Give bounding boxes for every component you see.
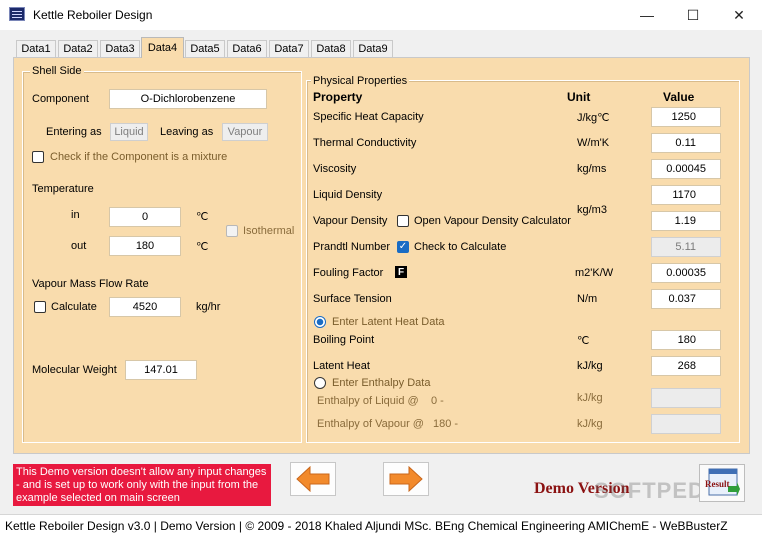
result-button-label: Result bbox=[705, 479, 730, 489]
isothermal-label: Isothermal bbox=[243, 225, 295, 237]
vapour-flow-unit: kg/hr bbox=[196, 301, 221, 313]
molecular-weight-field[interactable]: 147.01 bbox=[125, 360, 197, 380]
viscosity-field[interactable]: 0.00045 bbox=[651, 159, 721, 179]
vapour-density-calc-label: Open Vapour Density Calculator bbox=[414, 215, 571, 227]
entering-as-field[interactable]: Liquid bbox=[110, 123, 148, 141]
specific-heat-unit: J/kg℃ bbox=[577, 112, 610, 124]
result-button[interactable]: Result bbox=[699, 464, 745, 502]
fouling-factor-label: Fouling Factor bbox=[313, 267, 384, 279]
thermal-conductivity-field[interactable]: 0.11 bbox=[651, 133, 721, 153]
tab-data5[interactable]: Data5 bbox=[185, 40, 225, 57]
vapour-flow-label: Vapour Mass Flow Rate bbox=[32, 278, 149, 290]
enthalpy-vapour-label: Enthalpy of Vapour @ bbox=[317, 418, 424, 430]
enthalpy-liquid-label: Enthalpy of Liquid @ bbox=[317, 395, 419, 407]
enthalpy-liquid-temp: 0 - bbox=[431, 395, 444, 407]
mixture-label: Check if the Component is a mixture bbox=[50, 151, 228, 163]
enthalpy-vapour-unit: kJ/kg bbox=[577, 418, 603, 430]
col-unit-header: Unit bbox=[567, 90, 591, 104]
latent-heat-radio[interactable] bbox=[314, 316, 326, 328]
mixture-checkbox[interactable] bbox=[32, 151, 44, 163]
maximize-button[interactable]: ☐ bbox=[670, 0, 716, 30]
viscosity-label: Viscosity bbox=[313, 163, 357, 175]
tab-data9[interactable]: Data9 bbox=[353, 40, 393, 57]
tab-data4[interactable]: Data4 bbox=[141, 37, 184, 58]
thermal-conductivity-unit: W/m'K bbox=[577, 137, 610, 149]
arrow-right-icon bbox=[389, 466, 423, 492]
isothermal-checkbox[interactable] bbox=[226, 225, 238, 237]
temp-in-unit: ℃ bbox=[196, 211, 209, 223]
temp-out-unit: ℃ bbox=[196, 241, 209, 253]
demo-notice: This Demo version doesn't allow any inpu… bbox=[13, 464, 271, 506]
vapour-density-calc-checkbox[interactable] bbox=[397, 215, 409, 227]
latent-heat-unit: kJ/kg bbox=[577, 360, 603, 372]
temp-in-field[interactable]: 0 bbox=[109, 207, 181, 227]
vapour-density-label: Vapour Density bbox=[313, 215, 388, 227]
latent-heat-field[interactable]: 268 bbox=[651, 356, 721, 376]
col-value-header: Value bbox=[663, 90, 695, 104]
vapour-flow-field[interactable]: 4520 bbox=[109, 297, 181, 317]
leaving-as-field[interactable]: Vapour bbox=[222, 123, 268, 141]
shell-side-title: Shell Side bbox=[30, 65, 84, 77]
temp-out-label: out bbox=[71, 240, 87, 252]
minimize-button[interactable]: — bbox=[624, 0, 670, 30]
enthalpy-liquid-field[interactable] bbox=[651, 388, 721, 408]
tab-data6[interactable]: Data6 bbox=[227, 40, 267, 57]
prandtl-label: Prandtl Number bbox=[313, 241, 391, 253]
liquid-density-label: Liquid Density bbox=[313, 189, 383, 201]
boiling-point-unit: ℃ bbox=[577, 335, 590, 347]
enthalpy-vapour-field[interactable] bbox=[651, 414, 721, 434]
app-icon bbox=[9, 7, 25, 21]
surface-tension-label: Surface Tension bbox=[313, 293, 392, 305]
entering-as-label: Entering as bbox=[46, 126, 102, 138]
fouling-factor-unit: m2'K/W bbox=[575, 267, 614, 279]
calculate-flow-label: Calculate bbox=[51, 301, 97, 313]
arrow-left-icon bbox=[296, 466, 330, 492]
boiling-point-label: Boiling Point bbox=[313, 334, 375, 346]
temperature-label: Temperature bbox=[32, 183, 94, 195]
tab-data7[interactable]: Data7 bbox=[269, 40, 309, 57]
tab-data1[interactable]: Data1 bbox=[16, 40, 56, 57]
fouling-factor-field[interactable]: 0.00035 bbox=[651, 263, 721, 283]
latent-heat-option-label: Enter Latent Heat Data bbox=[332, 316, 445, 328]
next-button[interactable] bbox=[383, 462, 429, 496]
latent-heat-label: Latent Heat bbox=[313, 360, 370, 372]
enthalpy-option-label: Enter Enthalpy Data bbox=[332, 377, 431, 389]
liquid-density-field[interactable]: 1170 bbox=[651, 185, 721, 205]
vapour-density-field[interactable]: 1.19 bbox=[651, 211, 721, 231]
thermal-conductivity-label: Thermal Conductivity bbox=[313, 137, 417, 149]
status-bar: Kettle Reboiler Design v3.0 | Demo Versi… bbox=[0, 514, 762, 536]
window-title: Kettle Reboiler Design bbox=[33, 8, 153, 22]
tab-data8[interactable]: Data8 bbox=[311, 40, 351, 57]
prandtl-field[interactable]: 5.11 bbox=[651, 237, 721, 257]
component-label: Component bbox=[32, 93, 89, 105]
enthalpy-liquid-unit: kJ/kg bbox=[577, 392, 603, 404]
specific-heat-field[interactable]: 1250 bbox=[651, 107, 721, 127]
temp-in-label: in bbox=[71, 209, 80, 221]
enthalpy-radio[interactable] bbox=[314, 377, 326, 389]
physical-properties-title: Physical Properties bbox=[311, 75, 410, 87]
boiling-point-field[interactable]: 180 bbox=[651, 330, 721, 350]
specific-heat-label: Specific Heat Capacity bbox=[313, 111, 424, 123]
viscosity-unit: kg/ms bbox=[577, 163, 607, 175]
col-property-header: Property bbox=[313, 90, 363, 104]
leaving-as-label: Leaving as bbox=[160, 126, 214, 138]
prandtl-calc-checkbox[interactable]: ✓ bbox=[397, 241, 409, 253]
temp-out-field[interactable]: 180 bbox=[109, 236, 181, 256]
molecular-weight-label: Molecular Weight bbox=[32, 364, 117, 376]
prandtl-calc-label: Check to Calculate bbox=[414, 241, 507, 253]
surface-tension-unit: N/m bbox=[577, 293, 598, 305]
component-field[interactable]: O-Dichlorobenzene bbox=[109, 89, 267, 109]
close-button[interactable]: ✕ bbox=[716, 0, 762, 30]
tab-data2[interactable]: Data2 bbox=[58, 40, 98, 57]
enthalpy-vapour-temp: 180 - bbox=[433, 418, 459, 430]
calculate-flow-checkbox[interactable] bbox=[34, 301, 46, 313]
density-unit: kg/m3 bbox=[577, 204, 607, 216]
fouling-info-icon[interactable]: F bbox=[395, 266, 407, 278]
previous-button[interactable] bbox=[290, 462, 336, 496]
surface-tension-field[interactable]: 0.037 bbox=[651, 289, 721, 309]
tab-data3[interactable]: Data3 bbox=[100, 40, 140, 57]
